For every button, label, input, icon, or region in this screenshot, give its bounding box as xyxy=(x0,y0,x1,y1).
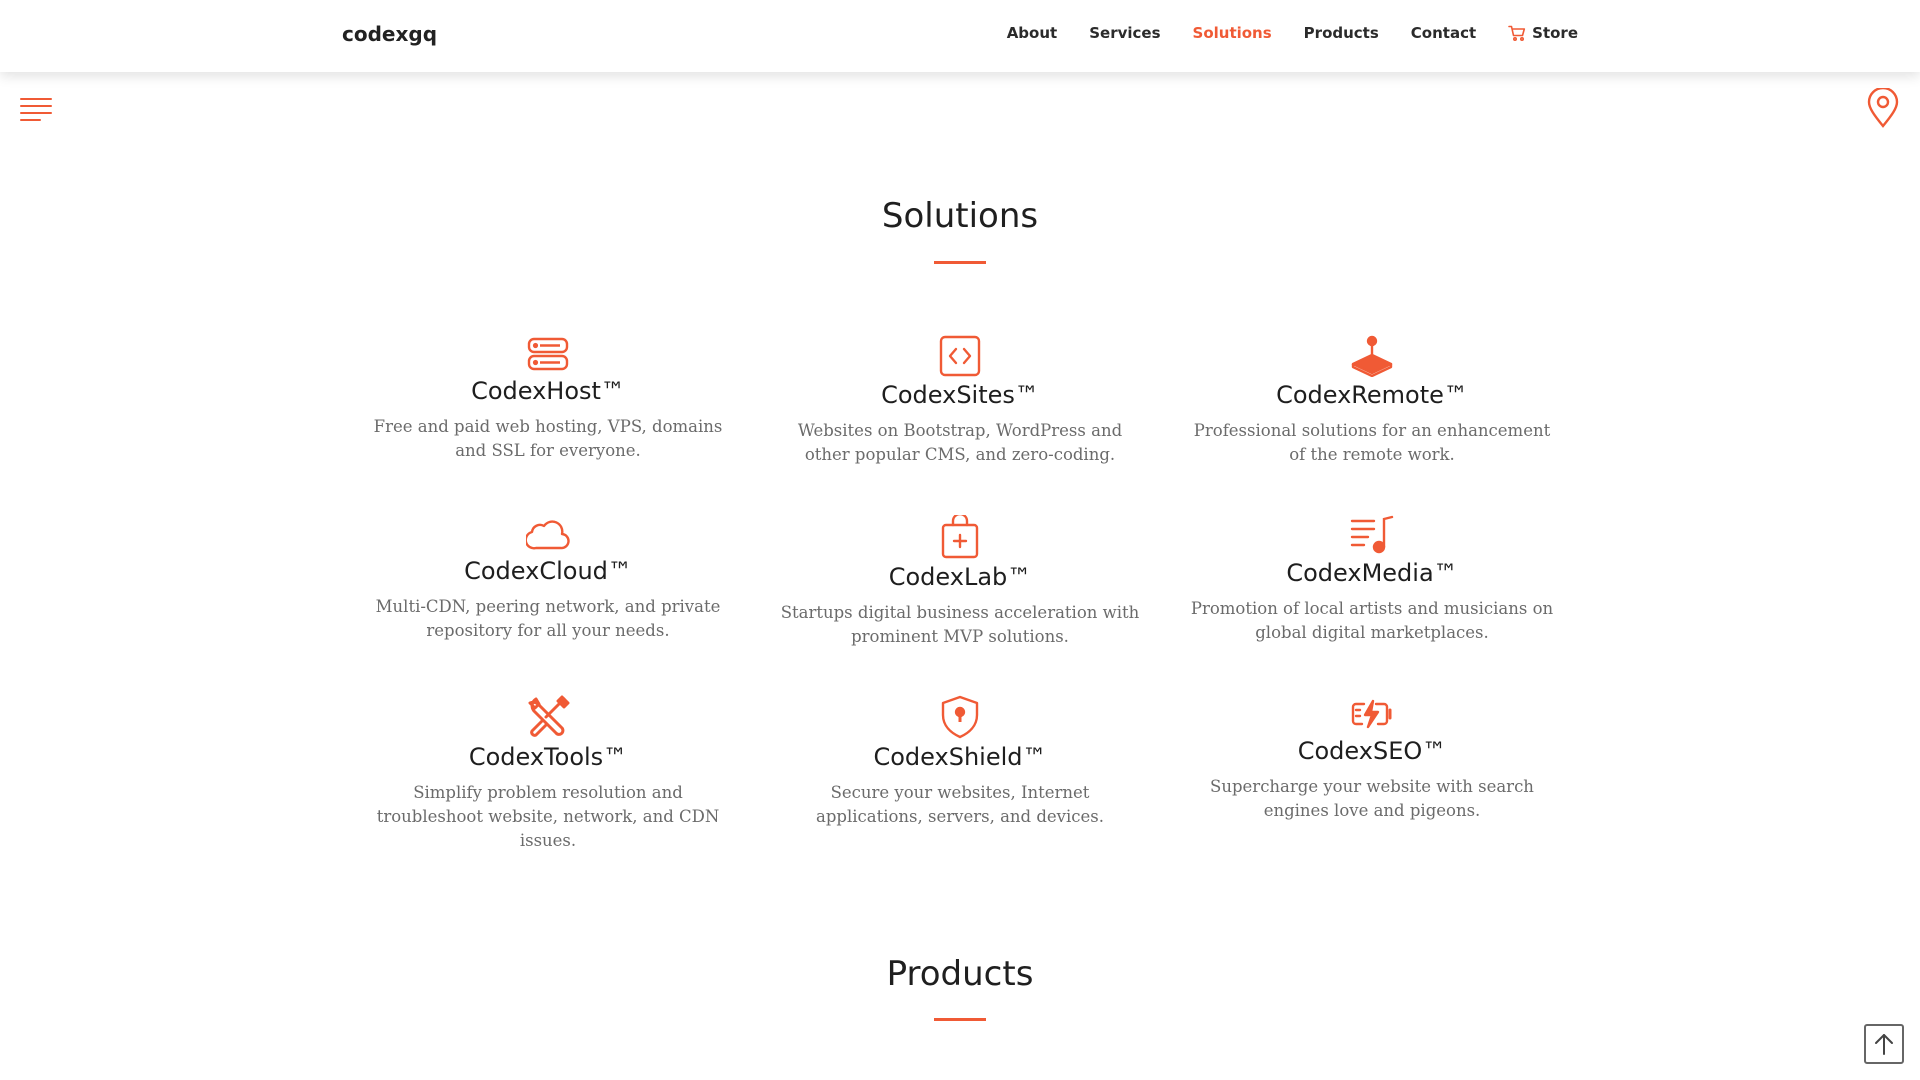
solution-card-codexsites: CodexSites™ Websites on Bootstrap, WordP… xyxy=(754,335,1166,464)
nav-item-solutions: Solutions xyxy=(1193,24,1272,42)
tools-icon xyxy=(526,695,570,739)
solution-card-codexlab: CodexLab™ Startups digital business acce… xyxy=(754,515,1166,646)
solution-title[interactable]: CodexSites™ xyxy=(881,381,1039,409)
arrow-up-icon xyxy=(1875,1034,1893,1055)
solution-card-codexremote: CodexRemote™ Professional solutions for … xyxy=(1166,335,1578,464)
solutions-heading: Solutions xyxy=(881,196,1039,236)
back-to-top-button[interactable] xyxy=(1864,1024,1904,1064)
nav-link-services[interactable]: Services xyxy=(1089,24,1160,42)
solution-card-codexhost: CodexHost™ Free and paid web hosting, VP… xyxy=(342,335,754,463)
solution-description: Promotion of local artists and musicians… xyxy=(1190,599,1554,642)
menu-lines-icon xyxy=(20,98,52,121)
solution-title[interactable]: CodexShield™ xyxy=(873,743,1046,771)
nav-item-products: Products xyxy=(1304,24,1379,42)
nav-link-store-label: Store xyxy=(1532,24,1578,42)
products-heading: Products xyxy=(886,954,1034,994)
menu-toggle-button[interactable] xyxy=(20,96,52,124)
location-pin-icon xyxy=(1867,86,1899,128)
solution-card-codextools: CodexTools™ Simplify problem resolution … xyxy=(342,695,754,850)
location-button[interactable] xyxy=(1866,86,1900,128)
solution-description: Free and paid web hosting, VPS, domains … xyxy=(373,417,723,460)
nav-link-store[interactable]: Store xyxy=(1508,24,1578,42)
server-icon xyxy=(526,335,570,373)
nav-item-about: About xyxy=(1007,24,1058,42)
solution-title[interactable]: CodexLab™ xyxy=(889,563,1032,591)
cloud-icon xyxy=(526,515,570,553)
solution-description: Multi-CDN, peering network, and private … xyxy=(375,597,721,640)
solution-description: Startups digital business acceleration w… xyxy=(780,603,1140,646)
solution-description: Simplify problem resolution and troubles… xyxy=(376,783,720,850)
solutions-heading-underline xyxy=(934,261,986,264)
solution-description: Secure your websites, Internet applicati… xyxy=(816,783,1104,826)
solution-title[interactable]: CodexCloud™ xyxy=(464,557,632,585)
battery-charge-icon xyxy=(1350,695,1394,733)
solution-title[interactable]: CodexSEO™ xyxy=(1298,737,1447,765)
solution-title[interactable]: CodexMedia™ xyxy=(1286,559,1457,587)
joystick-icon xyxy=(1350,335,1394,377)
solution-title[interactable]: CodexHost™ xyxy=(471,377,625,405)
solution-description: Websites on Bootstrap, WordPress and oth… xyxy=(797,421,1123,464)
nav-link-products[interactable]: Products xyxy=(1304,24,1379,42)
solutions-grid: CodexHost™ Free and paid web hosting, VP… xyxy=(342,335,1578,850)
nav-link-solutions[interactable]: Solutions xyxy=(1193,24,1272,42)
solution-card-codexseo: CodexSEO™ Supercharge your website with … xyxy=(1166,695,1578,823)
cart-icon xyxy=(1508,25,1526,41)
solution-card-codexcloud: CodexCloud™ Multi-CDN, peering network, … xyxy=(342,515,754,643)
products-heading-underline xyxy=(934,1018,986,1021)
solution-description: Professional solutions for an enhancemen… xyxy=(1193,421,1551,464)
solution-description: Supercharge your website with search eng… xyxy=(1210,777,1534,820)
nav-item-contact: Contact xyxy=(1411,24,1476,42)
nav-link-about[interactable]: About xyxy=(1007,24,1058,42)
music-playlist-icon xyxy=(1350,515,1394,555)
nav-menu: About Services Solutions Products Contac… xyxy=(1007,24,1578,42)
brand-logo-link[interactable]: codexgq xyxy=(342,22,437,46)
solution-card-codexmedia: CodexMedia™ Promotion of local artists a… xyxy=(1166,515,1578,643)
solution-title[interactable]: CodexRemote™ xyxy=(1276,381,1468,409)
top-navbar: codexgq About Services Solutions Product… xyxy=(0,0,1920,72)
solution-card-codexshield: CodexShield™ Secure your websites, Inter… xyxy=(754,695,1166,826)
nav-link-contact[interactable]: Contact xyxy=(1411,24,1476,42)
nav-item-store: Store xyxy=(1508,24,1578,42)
nav-item-services: Services xyxy=(1089,24,1160,42)
code-window-icon xyxy=(938,335,982,377)
medical-bag-icon xyxy=(938,515,982,559)
solution-title[interactable]: CodexTools™ xyxy=(469,743,627,771)
shield-icon xyxy=(938,695,982,739)
